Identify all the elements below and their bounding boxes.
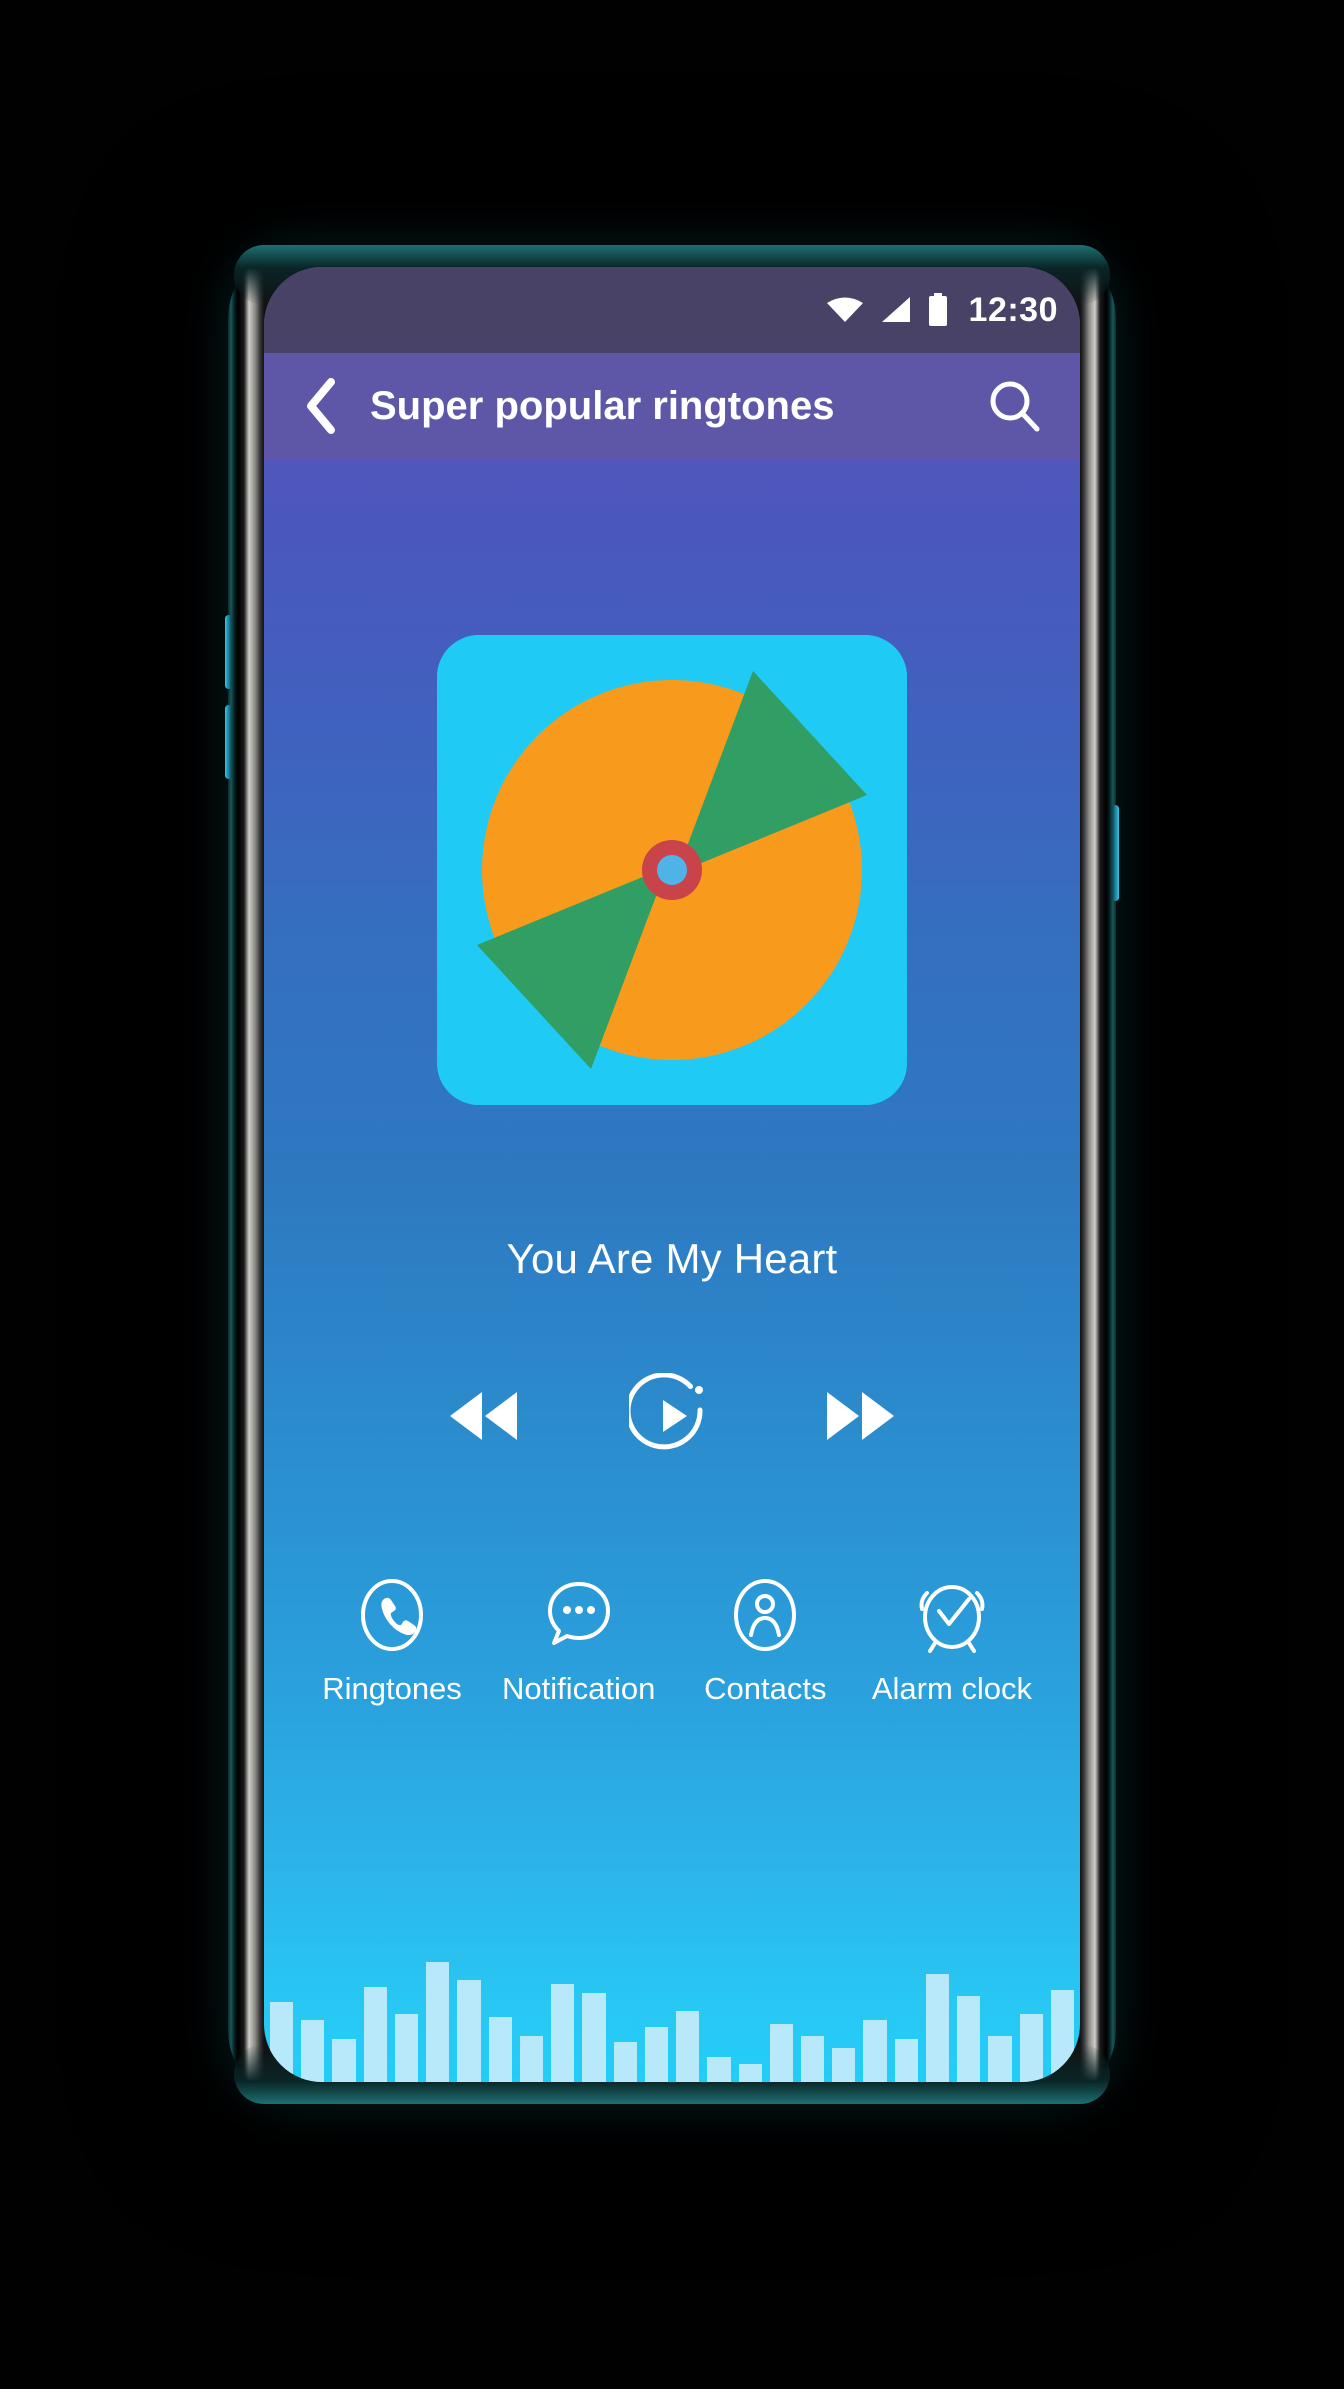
album-art[interactable]: [437, 635, 907, 1105]
phone-screen: 12:30 Super popular ringtones You Are My…: [264, 267, 1080, 2082]
phone-device: 12:30 Super popular ringtones You Are My…: [225, 245, 1119, 2104]
equalizer-bar: [301, 2020, 325, 2082]
battery-icon: [928, 293, 947, 326]
screenshot-root: 12:30 Super popular ringtones You Are My…: [0, 0, 1344, 2389]
chevron-left-icon: [307, 378, 335, 434]
action-label: Contacts: [704, 1671, 827, 1706]
equalizer-bar: [457, 1980, 481, 2082]
volume-down-button[interactable]: [225, 705, 232, 779]
play-icon: [629, 1373, 703, 1450]
action-contacts[interactable]: Contacts: [679, 1577, 851, 1707]
volume-up-button[interactable]: [225, 615, 232, 689]
equalizer-bar: [488, 2017, 512, 2082]
signal-icon: [881, 297, 910, 322]
album-art-container: [264, 635, 1080, 1105]
fast-forward-icon: [827, 1392, 894, 1440]
action-notification[interactable]: Notification: [493, 1577, 665, 1707]
rewind-icon: [450, 1392, 517, 1440]
equalizer-bar: [332, 2038, 356, 2082]
equalizer-bar: [707, 2057, 731, 2082]
art-hub-center: [657, 855, 687, 885]
chat-bubble-icon: [546, 1577, 612, 1653]
person-icon: [732, 1577, 798, 1653]
equalizer-bar: [551, 1983, 575, 2082]
equalizer-bar: [863, 2020, 887, 2082]
back-button[interactable]: [294, 375, 348, 437]
action-label: Ringtones: [322, 1671, 462, 1706]
equalizer-bar: [832, 2048, 856, 2082]
player-controls: [264, 1373, 1080, 1459]
equalizer-bar: [1019, 2014, 1043, 2082]
wifi-icon: [826, 297, 863, 322]
equalizer-bar: [769, 2023, 793, 2082]
song-title: You Are My Heart: [506, 1235, 838, 1282]
action-label: Alarm clock: [871, 1671, 1033, 1706]
power-button[interactable]: [1112, 805, 1119, 901]
action-row: Ringtones Notification Contacts Alarm cl…: [264, 1577, 1080, 1707]
equalizer-bar: [800, 2035, 825, 2082]
search-button[interactable]: [984, 375, 1046, 437]
action-ringtones[interactable]: Ringtones: [306, 1577, 478, 1707]
equalizer-visualizer: [264, 1962, 1080, 2082]
equalizer-bar: [426, 1962, 450, 2082]
album-art-graphic: [437, 635, 907, 1105]
equalizer-bar: [582, 1992, 606, 2082]
equalizer-bar: [613, 2042, 637, 2082]
next-button[interactable]: [823, 1386, 899, 1446]
page-title: Super popular ringtones: [370, 383, 835, 428]
equalizer-bar: [957, 1995, 981, 2082]
equalizer-bar: [988, 2035, 1012, 2082]
status-bar-clock: 12:30: [968, 291, 1058, 329]
play-button[interactable]: [629, 1373, 715, 1459]
equalizer-bar: [644, 2026, 669, 2082]
equalizer-bar: [925, 1974, 950, 2082]
equalizer-bar: [270, 2002, 294, 2082]
search-icon: [990, 381, 1040, 432]
equalizer-bar: [1050, 1989, 1075, 2082]
alarm-clock-icon: [915, 1577, 989, 1653]
equalizer-bar: [676, 2011, 700, 2082]
action-alarm-clock[interactable]: Alarm clock: [866, 1577, 1038, 1707]
phone-icon: [359, 1577, 425, 1653]
equalizer-bar: [363, 1986, 387, 2082]
app-bar: Super popular ringtones: [264, 353, 1080, 459]
equalizer-bar: [738, 2063, 762, 2082]
equalizer-bar: [519, 2035, 544, 2082]
status-bar: 12:30: [264, 267, 1080, 353]
previous-button[interactable]: [445, 1386, 521, 1446]
equalizer-bar: [394, 2014, 419, 2082]
action-label: Notification: [501, 1671, 656, 1706]
equalizer-bar: [894, 2038, 918, 2082]
